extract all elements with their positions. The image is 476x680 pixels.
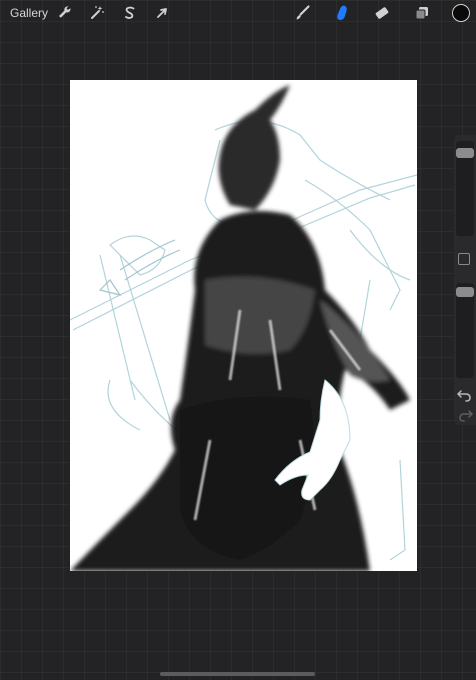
side-panel — [454, 135, 476, 425]
home-indicator — [160, 672, 315, 676]
eraser-icon[interactable] — [372, 3, 392, 23]
wrench-icon[interactable] — [55, 3, 75, 23]
magic-wand-icon[interactable] — [87, 3, 107, 23]
opacity-thumb[interactable] — [456, 287, 474, 297]
brush-size-slider[interactable] — [456, 141, 474, 236]
artwork-samurai — [70, 85, 417, 571]
undo-arrow-icon[interactable] — [456, 387, 474, 403]
color-swatch[interactable] — [452, 4, 470, 22]
arrow-cursor-icon[interactable] — [152, 3, 172, 23]
brush-icon[interactable] — [292, 3, 312, 23]
sword-hilt-sketch — [98, 239, 181, 296]
smudge-finger-icon[interactable] — [332, 3, 352, 23]
modify-button[interactable] — [458, 253, 470, 265]
brush-size-thumb[interactable] — [456, 148, 474, 158]
redo-arrow-icon[interactable] — [456, 407, 474, 423]
drawing-canvas[interactable] — [70, 80, 417, 571]
selection-s-icon[interactable] — [120, 3, 140, 23]
layers-icon[interactable] — [412, 3, 432, 23]
opacity-slider[interactable] — [456, 283, 474, 378]
top-toolbar: Gallery — [0, 0, 476, 26]
gallery-button[interactable]: Gallery — [10, 6, 48, 20]
figure-ink — [70, 85, 410, 571]
